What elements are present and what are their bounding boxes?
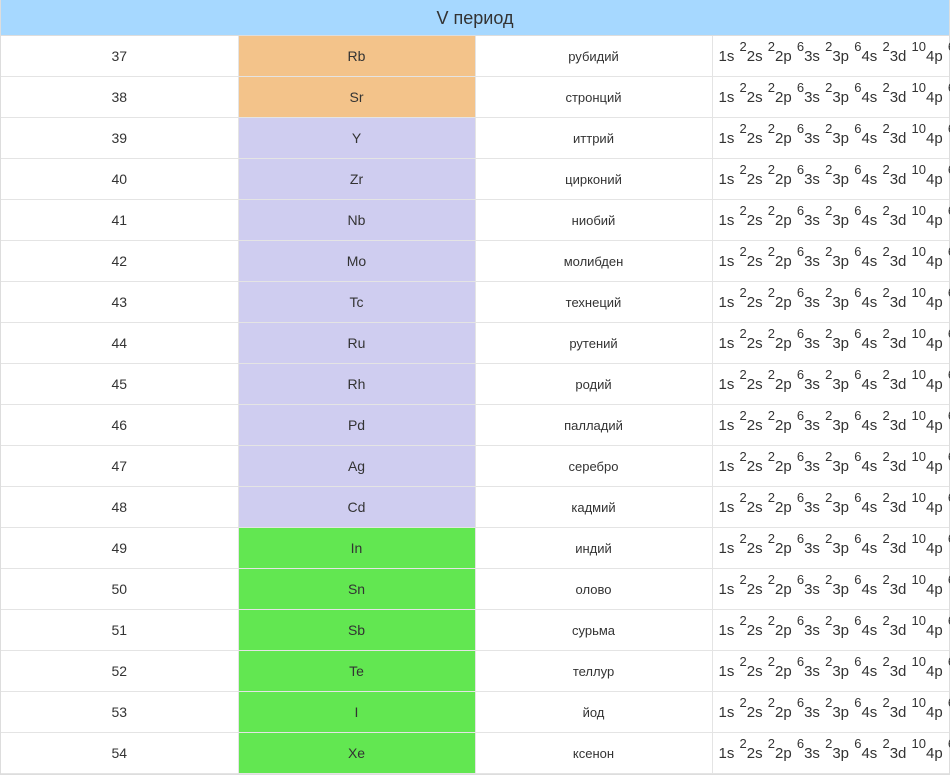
electron-configuration: 1s 22s 22p 63s 23p 64s 23d 104p 65s 24d … [712, 692, 949, 733]
atomic-number: 41 [1, 200, 238, 241]
atomic-number: 45 [1, 364, 238, 405]
electron-configuration: 1s 22s 22p 63s 23p 64s 23d 104p 65s 24d … [712, 733, 949, 774]
table-row: 47Agсеребро1s 22s 22p 63s 23p 64s 23d 10… [1, 446, 949, 487]
atomic-number: 38 [1, 77, 238, 118]
element-name: индий [475, 528, 712, 569]
element-name: рутений [475, 323, 712, 364]
element-symbol: Sb [238, 610, 475, 651]
atomic-number: 42 [1, 241, 238, 282]
period-table: V период 37Rbрубидий1s 22s 22p 63s 23p 6… [1, 0, 949, 774]
electron-configuration: 1s 22s 22p 63s 23p 64s 23d 104p 65s 14d … [712, 241, 949, 282]
table-row: 45Rhродий1s 22s 22p 63s 23p 64s 23d 104p… [1, 364, 949, 405]
electron-configuration: 1s 22s 22p 63s 23p 64s 23d 104p 65s 14d … [712, 200, 949, 241]
element-symbol: Xe [238, 733, 475, 774]
element-symbol: Ag [238, 446, 475, 487]
element-symbol: Pd [238, 405, 475, 446]
element-name: технеций [475, 282, 712, 323]
atomic-number: 44 [1, 323, 238, 364]
atomic-number: 43 [1, 282, 238, 323]
element-name: йод [475, 692, 712, 733]
element-symbol: Y [238, 118, 475, 159]
table-row: 39Yиттрий1s 22s 22p 63s 23p 64s 23d 104p… [1, 118, 949, 159]
element-name: молибден [475, 241, 712, 282]
atomic-number: 47 [1, 446, 238, 487]
table-row: 48Cdкадмий1s 22s 22p 63s 23p 64s 23d 104… [1, 487, 949, 528]
element-name: цирконий [475, 159, 712, 200]
element-name: родий [475, 364, 712, 405]
atomic-number: 37 [1, 36, 238, 77]
electron-configuration: 1s 22s 22p 63s 23p 64s 23d 104p 65s 2 [712, 77, 949, 118]
element-symbol: Rb [238, 36, 475, 77]
table-row: 44Ruрутений1s 22s 22p 63s 23p 64s 23d 10… [1, 323, 949, 364]
table-row: 38Srстронций1s 22s 22p 63s 23p 64s 23d 1… [1, 77, 949, 118]
electron-configuration: 1s 22s 22p 63s 23p 64s 23d 104p 65s 24d … [712, 118, 949, 159]
element-name: кадмий [475, 487, 712, 528]
element-symbol: Rh [238, 364, 475, 405]
electron-configuration: 1s 22s 22p 63s 23p 64s 23d 104p 65s 24d … [712, 651, 949, 692]
element-symbol: Nb [238, 200, 475, 241]
table-row: 52Teтеллур1s 22s 22p 63s 23p 64s 23d 104… [1, 651, 949, 692]
atomic-number: 53 [1, 692, 238, 733]
table-row: 53Iйод1s 22s 22p 63s 23p 64s 23d 104p 65… [1, 692, 949, 733]
table-row: 37Rbрубидий1s 22s 22p 63s 23p 64s 23d 10… [1, 36, 949, 77]
element-symbol: Te [238, 651, 475, 692]
electron-configuration: 1s 22s 22p 63s 23p 64s 23d 104p 65s 14d … [712, 446, 949, 487]
table-row: 49Inиндий1s 22s 22p 63s 23p 64s 23d 104p… [1, 528, 949, 569]
element-symbol: I [238, 692, 475, 733]
electron-configuration: 1s 22s 22p 63s 23p 64s 23d 104p 65s 24d … [712, 528, 949, 569]
electron-configuration: 1s 22s 22p 63s 23p 64s 23d 104p 65s 224d… [712, 610, 949, 651]
atomic-number: 50 [1, 569, 238, 610]
electron-configuration: 1s 22s 22p 63s 23p 64s 23d 104p 65s 24d … [712, 159, 949, 200]
electron-configuration: 1s 22s 22p 63s 23p 64s 23d 104p 65s 04d … [712, 405, 949, 446]
atomic-number: 51 [1, 610, 238, 651]
element-symbol: Sn [238, 569, 475, 610]
element-symbol: Ru [238, 323, 475, 364]
element-name: теллур [475, 651, 712, 692]
electron-configuration: 1s 22s 22p 63s 23p 64s 23d 104p 65s 24d … [712, 282, 949, 323]
element-name: ксенон [475, 733, 712, 774]
table-row: 54Xeксенон1s 22s 22p 63s 23p 64s 23d 104… [1, 733, 949, 774]
element-name: сурьма [475, 610, 712, 651]
element-name: стронций [475, 77, 712, 118]
element-name: иттрий [475, 118, 712, 159]
element-name: олово [475, 569, 712, 610]
table-row: 46Pdпалладий1s 22s 22p 63s 23p 64s 23d 1… [1, 405, 949, 446]
atomic-number: 40 [1, 159, 238, 200]
table-row: 51Sbсурьма1s 22s 22p 63s 23p 64s 23d 104… [1, 610, 949, 651]
element-symbol: Cd [238, 487, 475, 528]
atomic-number: 49 [1, 528, 238, 569]
table-title: V период [1, 0, 949, 36]
atomic-number: 46 [1, 405, 238, 446]
element-symbol: Sr [238, 77, 475, 118]
table-row: 40Zrцирконий1s 22s 22p 63s 23p 64s 23d 1… [1, 159, 949, 200]
element-symbol: Zr [238, 159, 475, 200]
electron-configuration: 1s 22s 22p 63s 23p 64s 23d 104p 65s 1 [712, 36, 949, 77]
element-name: ниобий [475, 200, 712, 241]
electron-configuration: 1s 22s 22p 63s 23p 64s 23d 104p 65s 14d … [712, 364, 949, 405]
element-name: серебро [475, 446, 712, 487]
period-table-wrap: V период 37Rbрубидий1s 22s 22p 63s 23p 6… [0, 0, 950, 775]
electron-configuration: 1s 22s 22p 63s 23p 64s 23d 104p 65s 14d … [712, 323, 949, 364]
element-symbol: Tc [238, 282, 475, 323]
element-name: рубидий [475, 36, 712, 77]
table-row: 41Nbниобий1s 22s 22p 63s 23p 64s 23d 104… [1, 200, 949, 241]
atomic-number: 52 [1, 651, 238, 692]
electron-configuration: 1s 22s 22p 63s 23p 64s 23d 104p 65s 24d … [712, 487, 949, 528]
element-symbol: In [238, 528, 475, 569]
electron-configuration: 1s 22s 22p 63s 23p 64s 23d 104p 65s 24d … [712, 569, 949, 610]
element-symbol: Mo [238, 241, 475, 282]
table-row: 42Moмолибден1s 22s 22p 63s 23p 64s 23d 1… [1, 241, 949, 282]
atomic-number: 48 [1, 487, 238, 528]
table-row: 50Snолово1s 22s 22p 63s 23p 64s 23d 104p… [1, 569, 949, 610]
atomic-number: 54 [1, 733, 238, 774]
atomic-number: 39 [1, 118, 238, 159]
element-name: палладий [475, 405, 712, 446]
table-row: 43Tcтехнеций1s 22s 22p 63s 23p 64s 23d 1… [1, 282, 949, 323]
